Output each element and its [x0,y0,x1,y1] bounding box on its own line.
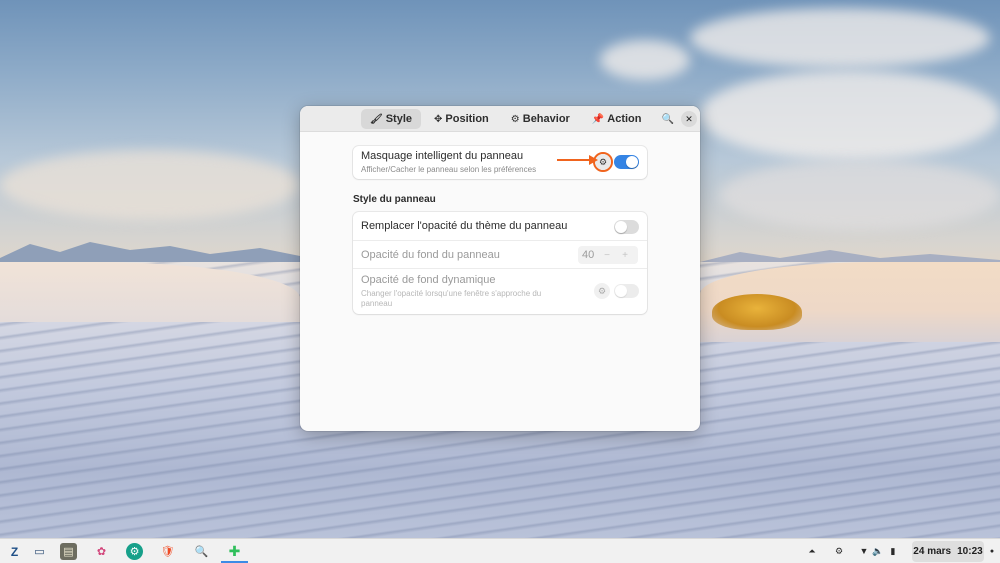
wallpaper-cloud [0,150,300,220]
smart-hide-row: Masquage intelligent du panneau Afficher… [353,146,647,179]
date-label: 24 mars [913,546,952,557]
override-opacity-switch[interactable] [614,220,639,234]
battery-icon: ▮ [890,545,896,556]
switch-knob [615,285,627,297]
switch-knob [615,221,627,233]
search-icon: 🔍 [661,113,675,125]
section-title: Style du panneau [353,194,436,205]
close-button[interactable]: ✕ [681,111,697,127]
wallpaper-cloud [720,160,1000,230]
position-icon: ✥ [434,113,443,125]
tab-label: Position [445,113,489,125]
override-opacity-title: Remplacer l'opacité du thème du panneau [361,220,568,232]
chevron-up-icon: ⏶ [808,545,816,556]
tray-battery[interactable]: ▮ [886,544,900,558]
headerbar: 🖌 Style ✥ Position ⚙ Behavior 📌 Action 🔍… [300,106,700,132]
tab-style[interactable]: 🖌 Style [361,109,421,129]
dynamic-opacity-title: Opacité de fond dynamique [361,274,496,286]
spinner-value[interactable]: 40 [578,249,598,261]
extensions-icon: ✚ [228,543,241,559]
tab-bar: 🖌 Style ✥ Position ⚙ Behavior 📌 Action [361,109,651,129]
tray-sound[interactable]: 🔈 [871,544,885,558]
search-tool-button[interactable]: 🔍 [193,543,210,560]
background-opacity-spinner: 40 − + [578,246,638,264]
clock-button[interactable]: 24 mars 10:23 [912,541,984,562]
brave-browser-icon: 🛡 [160,546,175,558]
tray-settings-button[interactable]: ⚙ [832,544,846,558]
wallpaper-bush [712,294,802,330]
wifi-icon: ▼ [859,546,869,556]
search-button[interactable]: 🔍 [660,111,676,127]
taskbar: Z ▭ ▤ ✿ ⚙ 🛡 🔍 ✚ ⏶ ⚙ ▼ 🔈 ▮ 24 mars 10:23 … [0,538,1000,563]
notification-dot[interactable]: ● [985,544,999,558]
smart-hide-subtitle: Afficher/Cacher le panneau selon les pré… [361,165,537,174]
files-app-button[interactable]: ▤ [60,543,77,560]
gear-icon: ⚙ [597,285,607,296]
spinner-plus-button[interactable]: + [616,250,634,261]
smart-hide-switch[interactable] [614,155,639,169]
tab-label: Style [385,113,412,125]
extension-settings-window: 🖌 Style ✥ Position ⚙ Behavior 📌 Action 🔍… [300,106,700,431]
software-icon: ✿ [96,546,107,558]
dynamic-opacity-settings-button[interactable]: ⚙ [594,283,610,299]
override-opacity-row: Remplacer l'opacité du thème du panneau [353,212,647,241]
settings-app-icon: ⚙ [129,546,140,558]
gear-icon: ⚙ [598,156,608,167]
pin-icon: 📌 [591,113,605,125]
dynamic-opacity-row: Opacité de fond dynamique Changer l'opac… [353,269,647,314]
notification-dot-icon: ● [989,547,995,555]
switch-knob [626,156,638,168]
tab-action[interactable]: 📌 Action [583,109,651,129]
time-label: 10:23 [957,546,983,557]
dynamic-opacity-switch[interactable] [614,284,639,298]
gear-icon: ⚙ [834,545,844,556]
panel-style-group: Remplacer l'opacité du thème du panneau … [353,212,647,314]
annotation-arrow [557,155,598,165]
wallpaper-cloud [700,70,1000,160]
spinner-minus-button[interactable]: − [598,250,616,261]
files-icon: ▤ [63,546,74,558]
brush-icon: 🖌 [370,113,383,125]
search-tool-icon: 🔍 [194,546,209,558]
dynamic-opacity-subtitle-line2: panneau [361,299,393,308]
wallpaper-cloud [600,40,690,80]
extensions-app-button[interactable]: ✚ [226,543,243,560]
workspaces-icon: ▭ [34,546,45,558]
wallpaper-cloud [690,8,990,68]
smart-hide-group: Masquage intelligent du panneau Afficher… [353,146,647,179]
tab-label: Behavior [522,113,570,125]
software-app-button[interactable]: ✿ [93,543,110,560]
tab-position[interactable]: ✥ Position [425,109,498,129]
zorin-menu-button[interactable]: Z [6,543,23,560]
volume-icon: 🔈 [872,545,884,556]
dynamic-opacity-subtitle-line1: Changer l'opacité lorsqu'une fenêtre s'a… [361,289,542,298]
zorin-menu-icon: Z [10,544,19,559]
settings-app-button[interactable]: ⚙ [126,543,143,560]
background-opacity-row: Opacité du fond du panneau 40 − + [353,241,647,269]
background-opacity-title: Opacité du fond du panneau [361,249,500,261]
tab-behavior[interactable]: ⚙ Behavior [502,109,579,129]
workspaces-button[interactable]: ▭ [31,543,48,560]
brave-browser-button[interactable]: 🛡 [159,543,176,560]
tray-wifi[interactable]: ▼ [857,544,871,558]
tray-overflow-button[interactable]: ⏶ [805,544,819,558]
tab-label: Action [607,113,642,125]
close-icon: ✕ [685,113,693,124]
behavior-gear-icon: ⚙ [510,113,520,125]
smart-hide-title: Masquage intelligent du panneau [361,150,524,162]
